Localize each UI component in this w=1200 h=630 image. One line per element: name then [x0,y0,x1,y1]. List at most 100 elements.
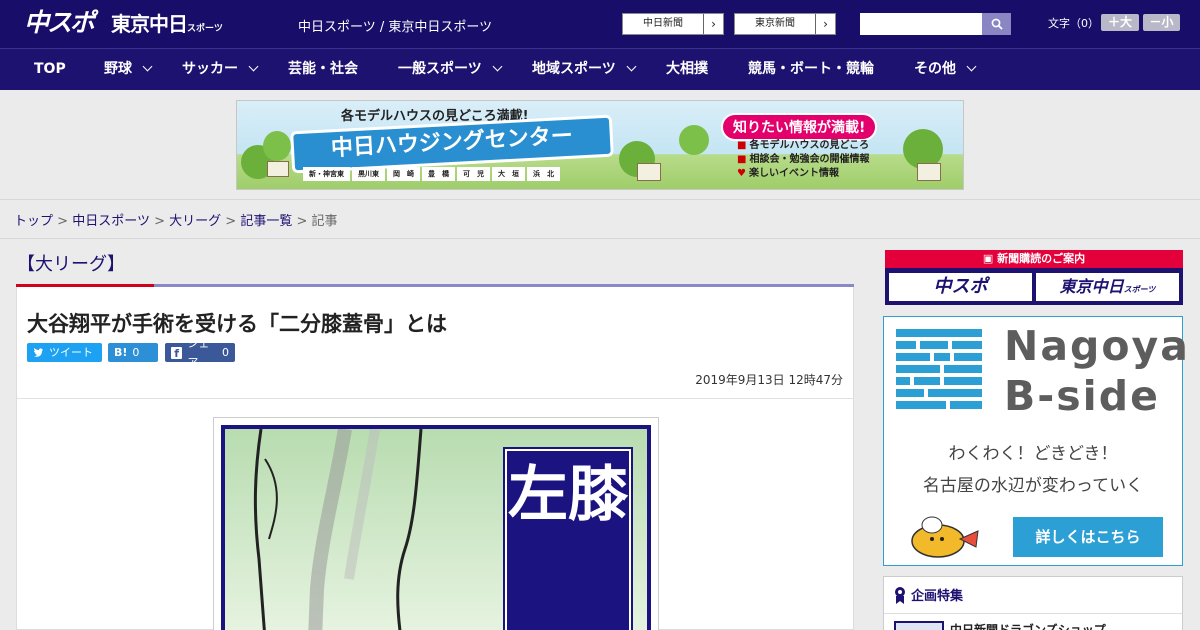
search-input[interactable] [860,13,984,35]
breadcrumb-separator: > [57,214,69,229]
nagoya-details-button[interactable]: 詳しくはこちら [1013,517,1163,557]
feature-title: 企画特集 [894,585,963,604]
chevron-right-icon: › [815,14,835,34]
breadcrumb-separator: > [296,214,308,229]
chunichi-shimbun-button[interactable]: 中日新聞 › [622,13,724,35]
brick-logo [896,329,982,413]
ad-pill: 知りたい情報が満載! [721,113,878,141]
chunichi-shimbun-label: 中日新聞 [643,18,683,29]
ribbon-icon [895,586,905,604]
facebook-icon: f [171,346,183,360]
feature-title-label: 企画特集 [911,589,964,604]
divider [884,613,1182,614]
house-icon: ■ [737,140,747,151]
divider [17,398,853,399]
knee-illustration: 左膝 [221,425,651,630]
nav-item-entertainment[interactable]: 芸能・社会 [288,49,358,90]
feature-thumbnail[interactable] [894,621,944,630]
tokyo-logo-text: 東京中日 [111,12,188,36]
feature-item-dragons-shop[interactable]: 中日新聞ドラゴンズショップ [950,621,1106,630]
nav-label: その他 [914,61,956,77]
tokyo-shimbun-label: 東京新聞 [755,18,795,29]
chevron-down-icon [966,61,977,72]
hatena-bookmark-button[interactable]: B! 0 [108,343,158,362]
nav-item-general-sports[interactable]: 一般スポーツ [398,49,503,90]
nav-label: 一般スポーツ [398,61,482,77]
breadcrumb-mlb[interactable]: 大リーグ [169,214,221,229]
subscribe-chuspo-link[interactable]: 中スポ [889,273,1032,301]
house-illustration [917,163,941,181]
article-image[interactable]: 左膝 [213,417,659,630]
ad-list-item: ■ 各モデルハウスの見どころ [737,139,869,153]
nav-item-other[interactable]: その他 [914,49,977,90]
site-link[interactable]: 中日スポーツ / 東京中日スポーツ [298,16,492,35]
ad-feature-list: ■ 各モデルハウスの見どころ ■ 相談会・勉強会の開催情報 ♥ 楽しいイベント情報 [737,139,869,181]
nav-label: サッカー [182,61,238,77]
nav-label: 競馬・ボート・競輪 [748,61,874,77]
nagoya-title-line2: B-side [1004,372,1160,420]
nagoya-title-line1: Nagoya [1004,322,1190,370]
tweet-button[interactable]: ツイート [27,343,102,362]
tree-illustration [679,125,709,155]
chevron-down-icon [142,61,153,72]
housing-center-ad[interactable]: 各モデルハウスの見どころ満載! 中日ハウジングセンター 新・神宮東 黒川東 岡 … [236,100,964,190]
article-date: 2019年9月13日 12時47分 [695,373,843,387]
ad-city: 浜 北 [527,167,560,181]
search-button[interactable] [982,13,1011,35]
ad-list-item: ♥ 楽しいイベント情報 [737,167,869,181]
nav-label: TOP [34,61,66,77]
feature-box: 企画特集 中日新聞ドラゴンズショップ [883,576,1183,630]
tweet-label: ツイート [49,346,93,359]
facebook-share-button[interactable]: f シェア 0 [165,337,235,369]
nagoya-description: 名古屋の水辺が変わっていく [922,476,1144,496]
text-size-decrease-button[interactable]: －小 [1143,14,1180,31]
article: 大谷翔平が手術を受ける「二分膝蓋骨」とは ツイート B! 0 f シェア 0 2… [16,287,854,630]
nagoya-tagline: わくわく！どきどき！ [948,444,1118,464]
hatena-icon: B! [114,346,128,359]
divider [0,238,1200,239]
tokyo-shimbun-button[interactable]: 東京新聞 › [734,13,836,35]
nav-item-soccer[interactable]: サッカー [182,49,259,90]
breadcrumb: トップ > 中日スポーツ > 大リーグ > 記事一覧 > 記事 [14,210,338,229]
text-size-increase-button[interactable]: ＋大 [1101,14,1139,31]
nav-item-baseball[interactable]: 野球 [104,49,153,90]
breadcrumb-chunichi-sports[interactable]: 中日スポーツ [72,214,150,229]
breadcrumb-top[interactable]: トップ [14,214,53,229]
nav-item-top[interactable]: TOP [34,49,66,90]
breadcrumb-current: 記事 [311,214,338,229]
ad-list-text: 各モデルハウスの見どころ [749,140,870,151]
category-heading: 【大リーグ】 [17,254,125,275]
breadcrumb-article-list[interactable]: 記事一覧 [240,214,292,229]
nav-label: 芸能・社会 [288,61,358,77]
ad-city: 新・神宮東 [303,167,350,181]
ad-city: 黒川東 [352,167,385,181]
bullet-icon: ■ [737,154,747,165]
twitter-icon [34,347,43,357]
ad-city: 岡 崎 [387,167,420,181]
search-icon [991,18,1003,30]
nagoya-b-side-ad[interactable]: Nagoya B-side わくわく！どきどき！ 名古屋の水辺が変わっていく 詳… [883,316,1188,566]
breadcrumb-separator: > [225,214,237,229]
chevron-down-icon [626,61,637,72]
image-label-left-knee: 左膝 [503,447,633,630]
text-size-label: 文字（0） [1048,17,1099,30]
facebook-share-count: 0 [222,346,229,359]
subscription-header: ▣ 新聞購読のご案内 [885,250,1183,268]
nav-item-sumo[interactable]: 大相撲 [666,49,708,90]
chuspo-logo[interactable]: 中スポ [24,9,95,37]
nav-label: 大相撲 [666,61,708,77]
ad-city: 大 垣 [492,167,525,181]
nav-item-local-sports[interactable]: 地域スポーツ [532,49,637,90]
leg-drawing [253,429,423,630]
chevron-down-icon [248,61,259,72]
nav-item-racing[interactable]: 競馬・ボート・競輪 [748,49,874,90]
ad-city-list: 新・神宮東 黒川東 岡 崎 豊 橋 可 児 大 垣 浜 北 [303,167,560,181]
ad-list-text: 相談会・勉強会の開催情報 [749,154,870,165]
chevron-down-icon [492,61,503,72]
ad-city: 可 児 [457,167,490,181]
tokyo-chunichi-logo[interactable]: 東京中日スポーツ [111,12,223,41]
nav-label: 地域スポーツ [532,61,616,77]
sub-tokyo-small: スポーツ [1123,285,1156,294]
subscribe-tokyo-chunichi-link[interactable]: 東京中日スポーツ [1036,273,1179,301]
breadcrumb-separator: > [154,214,165,229]
